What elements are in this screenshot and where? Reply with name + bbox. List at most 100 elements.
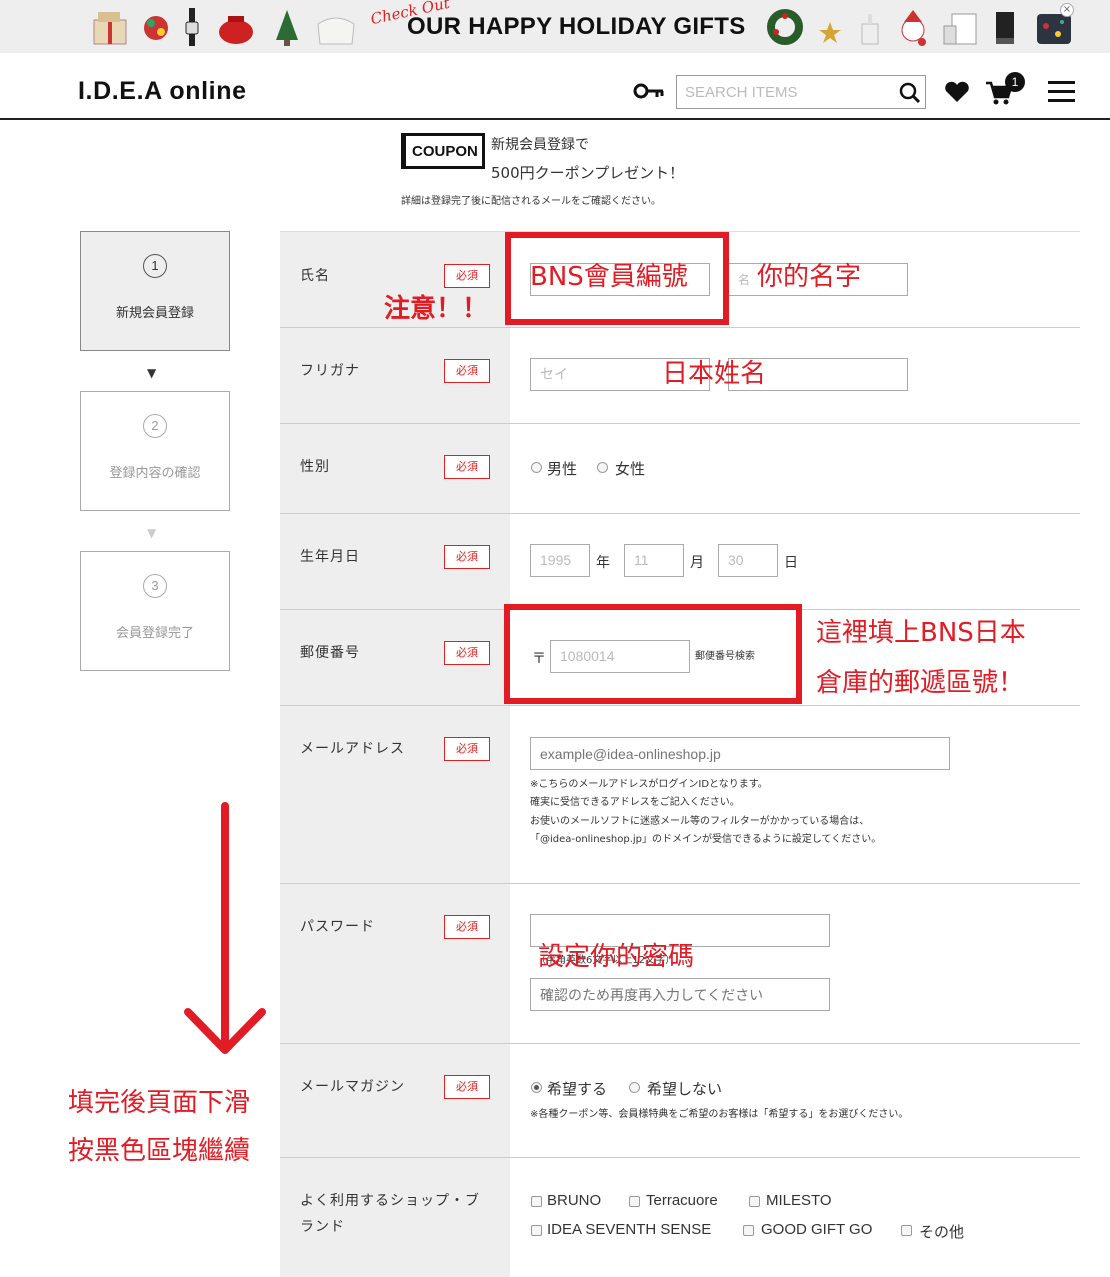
hamburger-menu-icon[interactable] (1048, 80, 1076, 104)
shop-terracuore-checkbox[interactable] (629, 1196, 640, 1207)
shelf-icon (943, 13, 977, 45)
furigana-label: フリガナ (300, 363, 360, 379)
label-cell: パスワード 必須 (280, 884, 510, 1043)
coupon-text-line1: 新規会員登録で (491, 137, 589, 153)
holiday-gifts-banner[interactable]: Check Out OUR HAPPY HOLIDAY GIFTS × (0, 0, 1110, 53)
banner-title: OUR HAPPY HOLIDAY GIFTS (407, 13, 746, 40)
email-note-1: ※こちらのメールアドレスがログインIDとなります。 (530, 779, 768, 790)
annotation-scroll-line1: 填完後頁面下滑 (68, 1088, 251, 1118)
watch-icon (185, 8, 199, 46)
required-badge: 必須 (444, 915, 490, 939)
annotation-set-password: 設定你的密碼 (538, 942, 695, 972)
site-header: I.D.E.A online 1 (0, 53, 1110, 120)
shop-terracuore-label: Terracuore (646, 1192, 718, 1209)
bag-icon (317, 17, 355, 45)
step-number: 3 (143, 574, 167, 598)
step-2-confirm: 2 登録内容の確認 (80, 391, 230, 511)
label-cell: メールアドレス 必須 (280, 706, 510, 883)
shop-bruno-label: BRUNO (547, 1192, 602, 1209)
email-input[interactable] (530, 737, 950, 770)
wreath-icon (767, 9, 803, 45)
annotation-scroll-line2: 按黑色區塊繼續 (68, 1136, 251, 1166)
step-arrow-icon: ▼ (147, 366, 157, 380)
shop-other-label: その他 (919, 1224, 965, 1241)
birthday-row: 生年月日 必須 1995 年 11 月 30 日 (280, 514, 1080, 610)
email-note-4: 「@idea-onlineshop.jp」のドメインが受信できるように設定してく… (530, 834, 882, 845)
shop-good-gift-go-label: GOOD GIFT GO (761, 1221, 873, 1238)
shop-milesto-checkbox[interactable] (749, 1196, 760, 1207)
annotation-attention: 注意！！ (384, 294, 489, 324)
label-cell: よく利用するショップ・ブ ランド (280, 1158, 510, 1277)
search-input[interactable] (685, 82, 890, 102)
email-note-2: 確実に受信できるアドレスをご記入ください。 (530, 797, 740, 808)
shop-bruno-checkbox[interactable] (531, 1196, 542, 1207)
sei-placeholder: セイ (540, 366, 568, 382)
shop-other-checkbox[interactable] (901, 1225, 912, 1236)
label-cell: 性別 必須 (280, 424, 510, 513)
email-label: メールアドレス (300, 741, 405, 757)
day-unit: 日 (784, 555, 798, 571)
pot-icon (219, 16, 253, 44)
month-unit: 月 (690, 555, 704, 571)
email-note-3: お使いのメールソフトに迷惑メール等のフィルターがかかっている場合は、 (530, 816, 870, 827)
step-arrow-icon: ▼ (147, 526, 157, 540)
magazine-no-label: 希望しない (647, 1081, 723, 1098)
tree-icon (276, 10, 298, 46)
shop-idea-seventh-sense-checkbox[interactable] (531, 1225, 542, 1236)
annotation-bns-member: BNS會員編號 (530, 262, 688, 292)
step-3-complete: 3 会員登録完了 (80, 551, 230, 671)
year-unit: 年 (596, 555, 610, 571)
search-box (676, 75, 926, 109)
annotation-postal-line2: 倉庫的郵遞區號！ (816, 668, 1025, 698)
gender-male-radio[interactable] (531, 462, 542, 473)
gender-label: 性別 (300, 459, 330, 475)
ornament-icon (144, 16, 168, 40)
coupon-badge-text: COUPON (412, 143, 478, 160)
required-badge: 必須 (444, 264, 490, 288)
cart-count-badge: 1 (1005, 72, 1025, 92)
banner-close-button[interactable]: × (1060, 3, 1074, 17)
step-number: 1 (143, 254, 167, 278)
required-badge: 必須 (444, 545, 490, 569)
name-label: 氏名 (300, 268, 330, 284)
step-number: 2 (143, 414, 167, 438)
coupon-badge: COUPON (401, 133, 485, 169)
required-badge: 必須 (444, 455, 490, 479)
password-confirm-input[interactable] (530, 978, 830, 1011)
shops-label-line2: ランド (300, 1219, 345, 1235)
step-1-registration: 1 新規会員登録 (80, 231, 230, 351)
annotation-your-name: 你的名字 (757, 262, 862, 292)
first-name-prefix: 名 (738, 273, 751, 287)
coupon-text-line2: 500円クーポンプレゼント！ (491, 164, 685, 182)
magazine-no-radio[interactable] (629, 1082, 640, 1093)
magazine-note: ※各種クーポン等、会員様特典をご希望のお客様は「希望する」をお選びください。 (530, 1109, 909, 1120)
shops-row: よく利用するショップ・ブ ランド BRUNO Terracuore MILEST… (280, 1158, 1080, 1277)
step-label: 会員登録完了 (115, 626, 194, 641)
search-icon[interactable] (899, 82, 921, 104)
required-badge: 必須 (444, 359, 490, 383)
coupon-note: 詳細は登録完了後に配信されるメールをご確認ください。 (401, 196, 661, 207)
annotation-postal-highlight (504, 604, 802, 704)
label-cell: フリガナ 必須 (280, 328, 510, 423)
shop-good-gift-go-checkbox[interactable] (743, 1225, 754, 1236)
step-label: 登録内容の確認 (109, 466, 201, 481)
magazine-yes-radio[interactable] (531, 1082, 542, 1093)
candle-icon (861, 14, 879, 45)
birth-month-input[interactable]: 11 (624, 544, 684, 577)
gender-female-radio[interactable] (597, 462, 608, 473)
key-icon[interactable] (633, 82, 665, 100)
required-badge: 必須 (444, 737, 490, 761)
site-logo[interactable]: I.D.E.A online (78, 77, 247, 106)
heart-icon[interactable] (944, 80, 970, 104)
birth-day-input[interactable]: 30 (718, 544, 778, 577)
scroll-down-arrow-icon (184, 802, 266, 1054)
annotation-postal-line1: 這裡填上BNS日本 (816, 618, 1026, 648)
required-badge: 必須 (444, 1075, 490, 1099)
birthday-label: 生年月日 (300, 549, 360, 565)
gender-male-label: 男性 (547, 461, 578, 478)
label-cell: 生年月日 必須 (280, 514, 510, 609)
star-icon (819, 22, 841, 43)
step-label: 新規会員登録 (115, 306, 194, 321)
shops-label-line1: よく利用するショップ・ブ (300, 1193, 480, 1209)
birth-year-input[interactable]: 1995 (530, 544, 590, 577)
